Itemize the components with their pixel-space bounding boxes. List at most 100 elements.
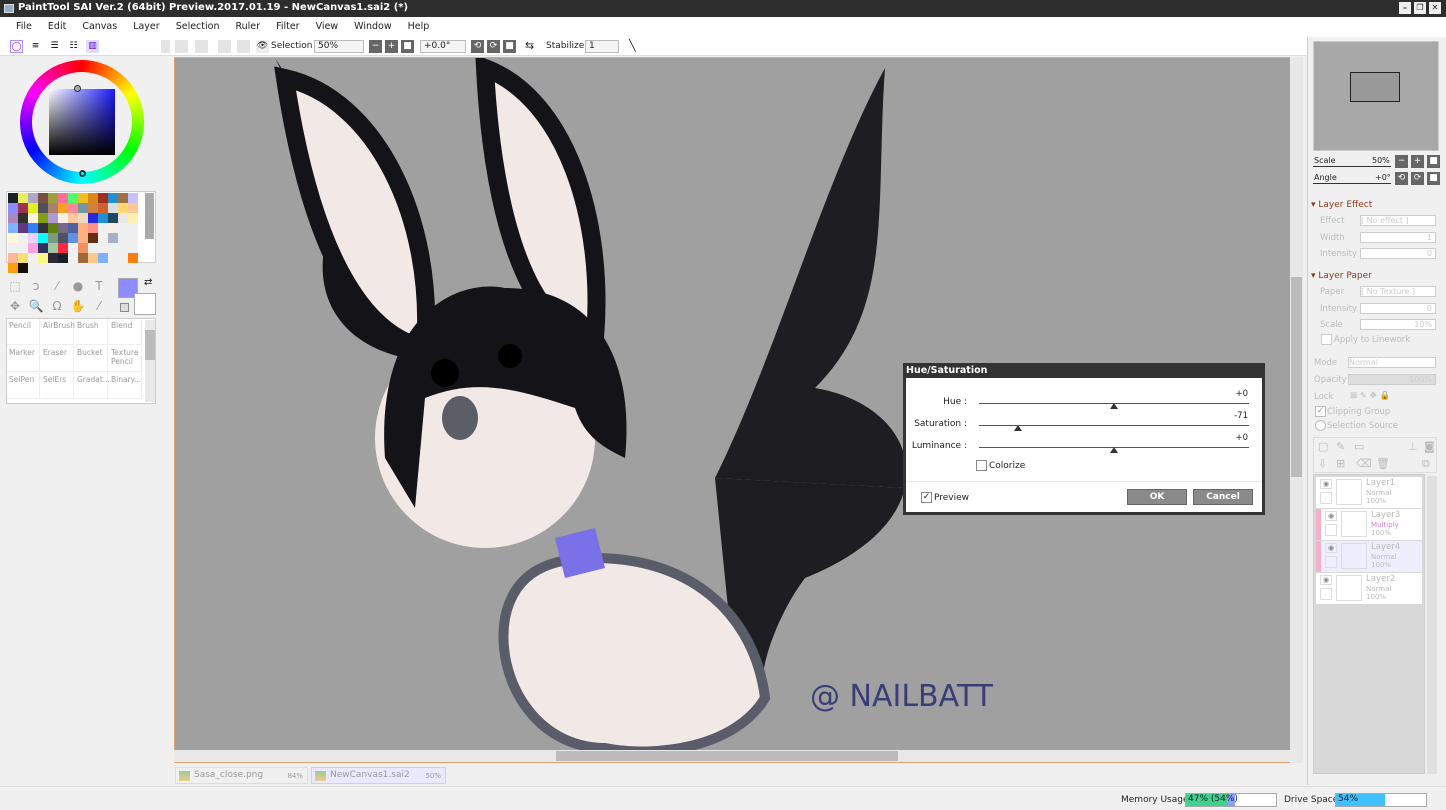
palette-swatch[interactable] xyxy=(68,253,78,263)
palette-swatch[interactable] xyxy=(48,223,58,233)
transparent-color-icon[interactable] xyxy=(120,303,129,312)
brush-slot[interactable]: Binary... xyxy=(109,373,142,399)
layer-list-scrollbar[interactable] xyxy=(1427,476,1437,774)
color-mixer-tab[interactable]: ☰ xyxy=(48,40,61,53)
nav-zoom-reset-button[interactable]: ■ xyxy=(1427,155,1440,168)
palette-swatch[interactable] xyxy=(78,213,88,223)
palette-swatch[interactable] xyxy=(118,223,128,233)
palette-scrollbar[interactable] xyxy=(145,193,154,239)
color-sliders-tab[interactable]: ≡ xyxy=(29,40,42,53)
canvas-horizontal-scrollbar[interactable] xyxy=(174,750,1290,762)
palette-swatch[interactable] xyxy=(118,203,128,213)
palette-swatch[interactable] xyxy=(58,193,68,203)
menu-filter[interactable]: Filter xyxy=(268,17,308,37)
effect-select[interactable]: [ No effect ] xyxy=(1360,215,1436,226)
paper-scale-field[interactable]: 10% xyxy=(1360,319,1436,330)
deselect-button[interactable] xyxy=(218,40,231,53)
color-palette[interactable] xyxy=(6,191,156,273)
palette-swatch[interactable] xyxy=(38,213,48,223)
palette-swatch[interactable] xyxy=(38,203,48,213)
palette-swatch[interactable] xyxy=(28,193,38,203)
brush-slot[interactable]: Blend xyxy=(109,319,142,345)
palette-swatch[interactable] xyxy=(128,243,138,253)
menu-canvas[interactable]: Canvas xyxy=(74,17,125,37)
rotate-tool-icon[interactable]: Ω xyxy=(48,297,66,315)
paper-select[interactable]: [ No Texture ] xyxy=(1360,286,1436,297)
zoom-tool-icon[interactable]: 🔍 xyxy=(27,297,45,315)
palette-swatch[interactable] xyxy=(58,233,68,243)
palette-swatch[interactable] xyxy=(78,253,88,263)
palette-swatch[interactable] xyxy=(28,253,38,263)
palette-swatch[interactable] xyxy=(48,243,58,253)
palette-swatch[interactable] xyxy=(48,193,58,203)
zoom-reset-button[interactable]: ■ xyxy=(401,40,414,53)
palette-swatch[interactable] xyxy=(98,203,108,213)
close-button[interactable]: ✕ xyxy=(1429,2,1441,14)
palette-swatch[interactable] xyxy=(18,203,28,213)
stabilizer-select[interactable]: 1 xyxy=(585,40,619,53)
nav-zoom-out-button[interactable]: − xyxy=(1395,155,1408,168)
palette-swatch[interactable] xyxy=(18,263,28,273)
palette-swatch[interactable] xyxy=(88,193,98,203)
mask-icon[interactable]: ◙ xyxy=(1424,440,1435,453)
clear-layer-icon[interactable]: ⌫ xyxy=(1356,457,1372,470)
palette-swatch[interactable] xyxy=(8,253,18,263)
palette-swatch[interactable] xyxy=(28,223,38,233)
brush-slot[interactable]: SelErs xyxy=(41,373,74,399)
palette-swatch[interactable] xyxy=(38,223,48,233)
palette-swatch[interactable] xyxy=(28,233,38,243)
palette-swatch[interactable] xyxy=(118,253,128,263)
rotate-right-button[interactable]: ⟳ xyxy=(487,40,500,53)
palette-swatch[interactable] xyxy=(118,243,128,253)
paper-intensity-field[interactable]: 0 xyxy=(1360,303,1436,314)
palette-swatch[interactable] xyxy=(88,233,98,243)
palette-swatch[interactable] xyxy=(98,223,108,233)
palette-swatch[interactable] xyxy=(98,243,108,253)
navigator-preview[interactable] xyxy=(1313,41,1439,151)
palette-swatch[interactable] xyxy=(8,263,18,273)
restore-button[interactable]: ❐ xyxy=(1414,2,1426,14)
swap-colors-icon[interactable]: ⇄ xyxy=(144,277,152,288)
nav-scale-slider[interactable] xyxy=(1313,166,1391,167)
tab-newcanvas1[interactable]: NewCanvas1.sai2 50% xyxy=(311,767,446,784)
brush-slot[interactable]: Gradat... xyxy=(75,373,110,399)
nav-rotate-right-button[interactable]: ⟳ xyxy=(1411,172,1424,185)
palette-swatch[interactable] xyxy=(88,203,98,213)
brush-slot[interactable]: SelPen xyxy=(7,373,40,399)
redo-button[interactable] xyxy=(195,40,208,53)
palette-swatch[interactable] xyxy=(28,263,38,273)
magic-wand-tool-icon[interactable]: ⁄ xyxy=(48,277,66,295)
rotate-left-button[interactable]: ⟲ xyxy=(471,40,484,53)
palette-swatch[interactable] xyxy=(108,233,118,243)
palette-swatch[interactable] xyxy=(18,223,28,233)
merge-down-icon[interactable]: ⇩ xyxy=(1318,457,1327,470)
palette-swatch[interactable] xyxy=(8,213,18,223)
palette-swatch[interactable] xyxy=(68,223,78,233)
brush-slot[interactable]: AirBrush xyxy=(41,319,75,345)
palette-swatch[interactable] xyxy=(58,203,68,213)
eye-icon[interactable]: ◉ xyxy=(1325,543,1337,553)
palette-swatch[interactable] xyxy=(38,253,48,263)
color-wheel-tab[interactable]: ◯ xyxy=(10,40,23,53)
palette-swatch[interactable] xyxy=(38,193,48,203)
palette-swatch[interactable] xyxy=(48,253,58,263)
palette-swatch[interactable] xyxy=(88,213,98,223)
palette-swatch[interactable] xyxy=(28,203,38,213)
menu-view[interactable]: View xyxy=(308,17,347,37)
palette-swatch[interactable] xyxy=(38,233,48,243)
saturation-value-square[interactable] xyxy=(49,89,115,155)
selection-source-radio[interactable] xyxy=(1315,420,1326,431)
eye-icon[interactable]: ◉ xyxy=(1320,479,1332,489)
brush-slot[interactable]: Eraser xyxy=(41,346,74,372)
opacity-slider[interactable]: 100% xyxy=(1348,374,1436,385)
palette-swatch[interactable] xyxy=(78,223,88,233)
canvas-vertical-scrollbar[interactable] xyxy=(1290,57,1303,763)
layer-paper-header[interactable]: ▾ Layer Paper xyxy=(1311,271,1372,281)
selection-toggle-label[interactable]: Selection xyxy=(271,41,312,51)
lasso-tool-icon[interactable]: ↄ xyxy=(27,277,45,295)
hue-slider-thumb[interactable] xyxy=(1110,403,1118,409)
palette-swatch[interactable] xyxy=(128,253,138,263)
sv-picker-handle[interactable] xyxy=(74,85,81,92)
palette-swatch[interactable] xyxy=(108,243,118,253)
palette-swatch[interactable] xyxy=(128,233,138,243)
